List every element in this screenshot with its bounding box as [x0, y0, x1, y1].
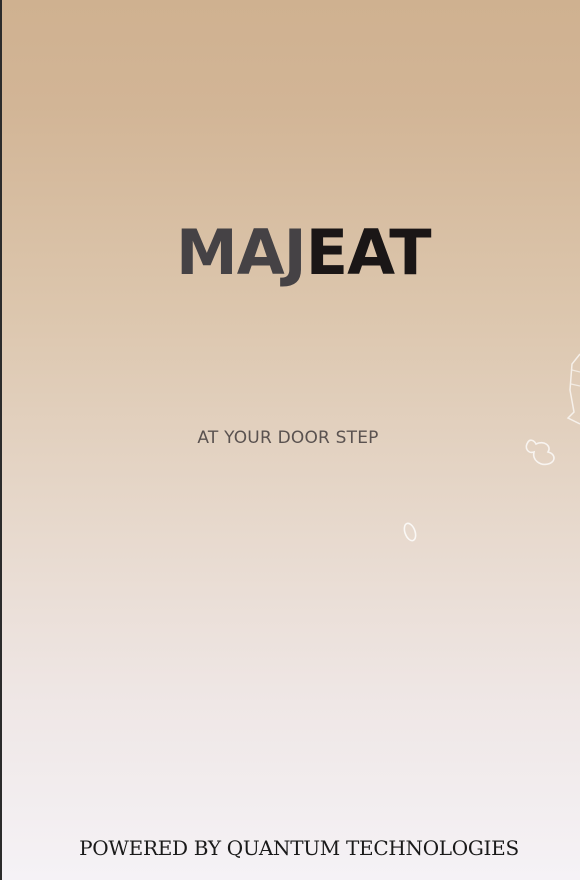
bean-doodle-icon: [403, 522, 417, 542]
powered-by-footer: POWERED BY QUANTUM TECHNOLOGIES: [79, 836, 519, 860]
food-doodle-icon: [566, 353, 580, 425]
tagline: AT YOUR DOOR STEP: [197, 428, 379, 448]
logo-text-eat: EAT: [305, 216, 432, 289]
splash-screen: MAJEAT AT YOUR DOOR STEP POWERED BY QUAN…: [0, 0, 580, 880]
leaf-doodle-icon: [525, 439, 555, 466]
app-logo: MAJEAT: [176, 214, 432, 292]
logo-text-maj: MAJ: [176, 216, 307, 289]
